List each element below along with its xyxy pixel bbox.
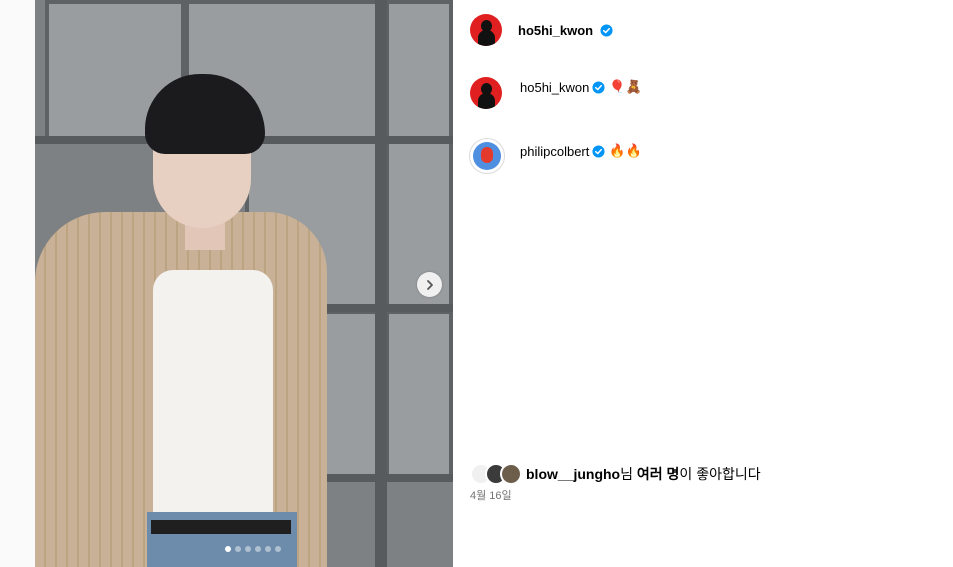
author-username-text: ho5hi_kwon (518, 23, 594, 38)
shirt (153, 270, 273, 530)
liker-username[interactable]: blow__jungho (526, 466, 620, 482)
likes-tail: 이 좋아합니다 (679, 466, 761, 482)
likes-suffix: 님 (620, 466, 637, 482)
comment-username[interactable]: philipcolbert (520, 144, 589, 159)
verified-badge-icon (600, 24, 613, 37)
verified-badge-icon (592, 145, 605, 158)
avatar-silhouette (478, 93, 495, 109)
likes-others-link[interactable]: 여러 명 (637, 466, 680, 482)
carousel-dot (225, 546, 231, 552)
left-margin (0, 0, 35, 567)
belt (151, 520, 291, 534)
carousel-dot (275, 546, 281, 552)
author-username[interactable]: ho5hi_kwon (518, 23, 613, 38)
likes-summary[interactable]: blow__jungho님 여러 명이 좋아합니다 (470, 463, 761, 485)
comment-username[interactable]: ho5hi_kwon (520, 80, 589, 95)
comment-text: 🎈🧸 (609, 80, 642, 95)
next-media-button[interactable] (417, 272, 442, 297)
carousel-dot (235, 546, 241, 552)
wall-panel (385, 310, 453, 480)
post-photo[interactable] (35, 0, 453, 567)
carousel-dots (225, 546, 281, 552)
commenter-avatar[interactable] (469, 138, 505, 174)
likes-text: blow__jungho님 여러 명이 좋아합니다 (526, 464, 761, 484)
carousel-dot (265, 546, 271, 552)
comment-row: ho5hi_kwon 🎈🧸 (520, 80, 642, 95)
carousel-dot (255, 546, 261, 552)
post-date: 4월 16일 (470, 490, 512, 502)
liker-avatar (500, 463, 522, 485)
carousel-dot (245, 546, 251, 552)
comment-row: philipcolbert 🔥🔥 (520, 144, 642, 159)
comment-text: 🔥🔥 (609, 144, 642, 159)
avatar-image (481, 147, 493, 163)
verified-badge-icon (592, 81, 605, 94)
author-avatar[interactable] (470, 14, 502, 46)
avatar-silhouette (478, 30, 495, 46)
wall-panel (385, 0, 453, 140)
commenter-avatar[interactable] (470, 77, 502, 109)
chevron-right-icon (426, 279, 433, 290)
